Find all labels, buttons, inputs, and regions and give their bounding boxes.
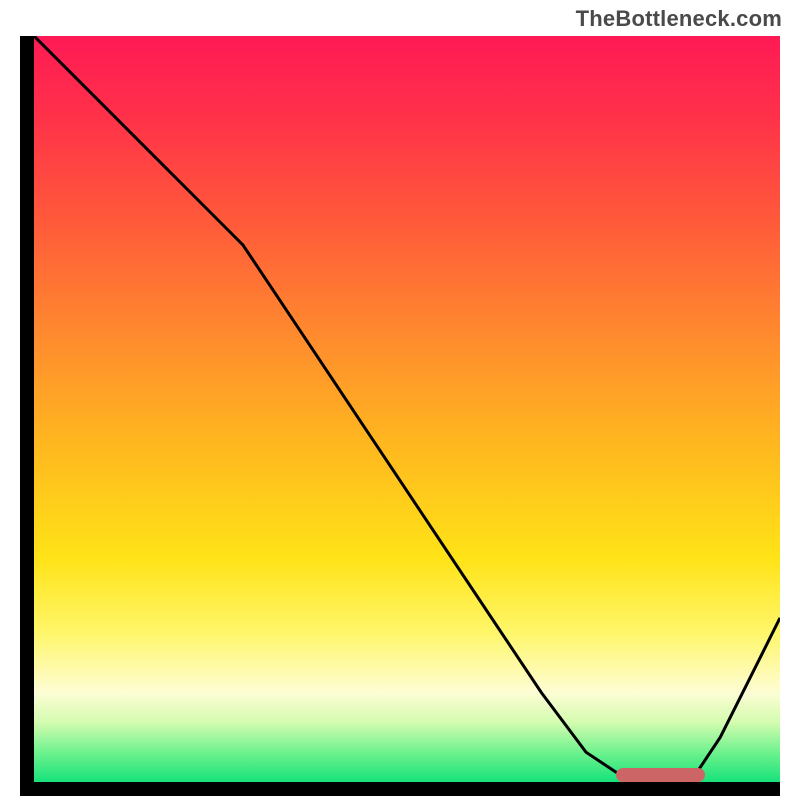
heat-gradient-background <box>34 36 780 782</box>
chart-container: TheBottleneck.com <box>0 0 800 800</box>
plot-inner <box>34 36 780 782</box>
optimal-range-marker <box>616 768 706 782</box>
plot-frame <box>20 36 780 796</box>
watermark-label: TheBottleneck.com <box>576 6 782 32</box>
